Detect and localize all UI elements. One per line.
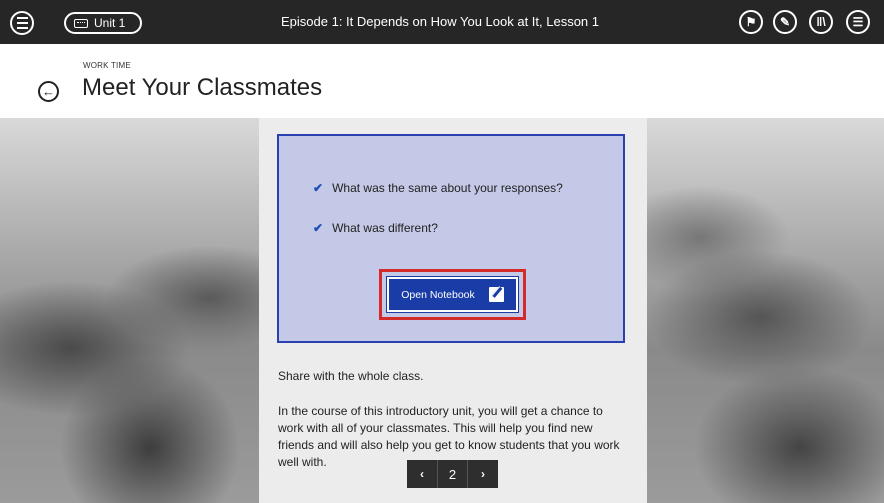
- pen-icon[interactable]: ✎: [773, 10, 797, 34]
- top-bar: Unit 1 Episode 1: It Depends on How You …: [0, 0, 884, 44]
- open-notebook-label: Open Notebook: [401, 288, 475, 301]
- tools-icon[interactable]: ⚑: [739, 10, 763, 34]
- library-icon[interactable]: ‖\: [809, 10, 833, 34]
- prompt-item-label: What was the same about your responses?: [332, 181, 563, 195]
- prompt-box: ✔ What was the same about your responses…: [277, 134, 625, 343]
- menu-icon[interactable]: [10, 11, 34, 35]
- prev-page-button[interactable]: ‹: [407, 460, 437, 488]
- content-panel: ✔ What was the same about your responses…: [259, 118, 647, 503]
- episode-title: Episode 1: It Depends on How You Look at…: [281, 14, 599, 29]
- page-title: Meet Your Classmates: [82, 74, 323, 101]
- unit-selector[interactable]: Unit 1: [64, 12, 142, 34]
- unit-icon: [74, 18, 88, 28]
- open-notebook-button[interactable]: Open Notebook: [387, 277, 518, 312]
- pager: ‹ 2 ›: [407, 460, 498, 488]
- prompt-item-label: What was different?: [332, 221, 438, 235]
- checkmark-icon: ✔: [313, 181, 324, 195]
- section-eyebrow: WORK TIME: [83, 61, 131, 70]
- page-header: ← WORK TIME Meet Your Classmates: [0, 44, 884, 118]
- unit-label: Unit 1: [94, 16, 126, 30]
- edit-notebook-icon: [488, 287, 504, 302]
- page-number: 2: [437, 460, 468, 488]
- notes-icon[interactable]: ☰: [846, 10, 870, 34]
- back-arrow-icon[interactable]: ←: [38, 81, 59, 102]
- checkmark-icon: ✔: [313, 221, 324, 235]
- button-highlight: Open Notebook: [379, 269, 526, 320]
- share-instruction: Share with the whole class.: [278, 369, 424, 383]
- next-page-button[interactable]: ›: [468, 460, 498, 488]
- prompt-item: ✔ What was the same about your responses…: [313, 181, 563, 195]
- prompt-item: ✔ What was different?: [313, 221, 438, 235]
